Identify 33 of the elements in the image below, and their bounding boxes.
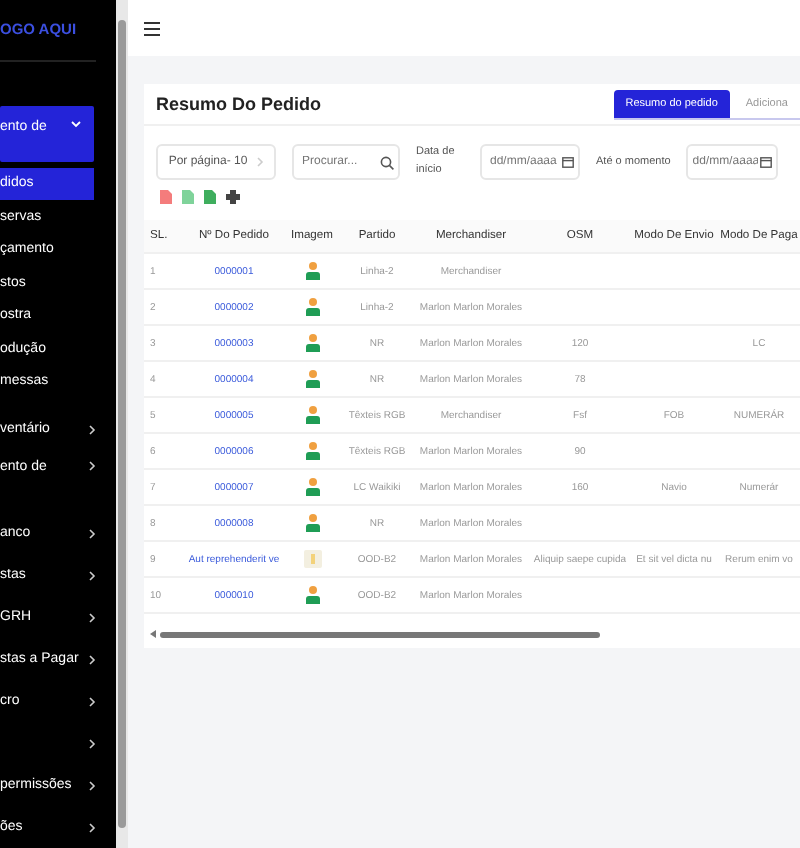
- chevron-right-icon: [88, 653, 96, 665]
- chevron-right-icon: [88, 423, 96, 435]
- person-icon: [305, 442, 319, 460]
- chevron-down-icon: [70, 119, 82, 127]
- excel-icon[interactable]: [204, 190, 216, 204]
- person-icon: [305, 262, 319, 280]
- pdf-icon[interactable]: [160, 190, 172, 204]
- chevron-right-icon: [88, 527, 96, 539]
- person-icon: [305, 334, 319, 352]
- scrollbar-thumb[interactable]: [160, 631, 600, 637]
- chevron-right-icon: [88, 737, 96, 749]
- person-icon: [305, 514, 319, 532]
- person-icon: [305, 298, 319, 316]
- person-icon: [305, 406, 319, 424]
- chevron-right-icon: [88, 695, 96, 707]
- chevron-right-icon: [88, 821, 96, 833]
- person-icon: [305, 370, 319, 388]
- person-icon: [305, 478, 319, 496]
- person-icon: [305, 586, 319, 604]
- chevron-right-icon: [88, 460, 96, 472]
- chevron-right-icon: [255, 156, 264, 168]
- calendar-icon: [760, 156, 773, 168]
- csv-icon[interactable]: [182, 190, 194, 204]
- menu-icon[interactable]: [144, 21, 160, 35]
- image-placeholder-icon: [303, 550, 321, 568]
- chevron-right-icon: [88, 569, 96, 581]
- chevron-right-icon: [88, 611, 96, 623]
- chevron-right-icon: [88, 779, 96, 791]
- search-icon: [380, 155, 394, 169]
- scrollbar-thumb[interactable]: [118, 20, 126, 828]
- scroll-left-icon[interactable]: [150, 630, 156, 638]
- calendar-icon: [562, 156, 574, 168]
- page-title: Resumo Do Pedido: [156, 94, 322, 114]
